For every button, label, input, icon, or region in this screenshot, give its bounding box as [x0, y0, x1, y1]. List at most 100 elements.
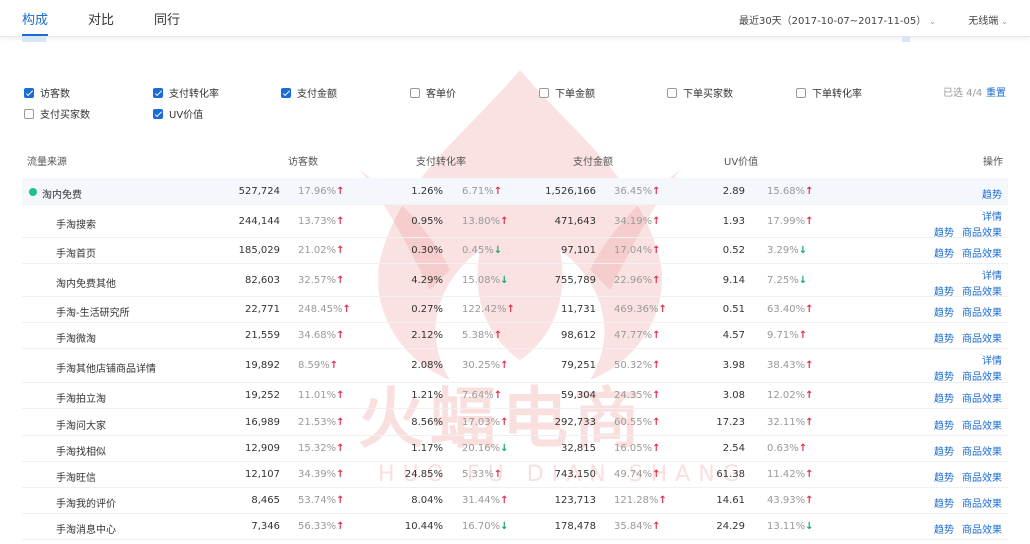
metric-checkbox-pay-amount[interactable]: 支付金额 [281, 85, 337, 100]
product-effect-link[interactable]: 商品效果 [962, 368, 1002, 383]
product-effect-link[interactable]: 商品效果 [962, 390, 1002, 405]
product-effect-link[interactable]: 商品效果 [962, 245, 1002, 260]
arrow-up-icon: ↑ [336, 469, 345, 480]
arrow-up-icon: ↑ [493, 390, 503, 401]
amount-change: 17.04%↑ [614, 245, 661, 256]
device-selector[interactable]: 无线端 ⌄ [968, 12, 1008, 27]
arrow-up-icon: ↑ [652, 245, 661, 256]
cvr-change: 5.33%↑ [462, 469, 502, 480]
arrow-up-icon: ↑ [805, 360, 814, 371]
tab-composition[interactable]: 构成 [22, 9, 48, 28]
change-percent: 13.80% [462, 216, 501, 227]
table-row: 手淘其他店铺商品详情 19,892 8.59%↑ 2.08% 30.25%↑ 79,251… [22, 349, 1008, 383]
trend-link[interactable]: 趋势 [934, 390, 954, 405]
column-header-pay-cvr[interactable]: 支付转化率 [416, 153, 466, 168]
arrow-up-icon: ↑ [342, 304, 351, 315]
metric-checkbox-order-cvr[interactable]: 下单转化率 [796, 85, 862, 100]
detail-link[interactable]: 详情 [982, 352, 1002, 367]
metric-checkbox-pay-cvr[interactable]: 支付转化率 [153, 85, 219, 100]
metric-label: UV价值 [169, 110, 204, 121]
cvr-value: 0.27% [411, 304, 443, 315]
metric-checkbox-avg-order[interactable]: 客单价 [410, 85, 456, 100]
metric-checkbox-order-amount[interactable]: 下单金额 [539, 85, 595, 100]
trend-link[interactable]: 趋势 [934, 495, 954, 510]
detail-link[interactable]: 详情 [982, 208, 1002, 223]
trend-link[interactable]: 趋势 [934, 368, 954, 383]
visitors-change: 8.59%↑ [298, 360, 338, 371]
column-header-uv-value[interactable]: UV价值 [724, 153, 758, 168]
uv-value: 3.98 [722, 360, 745, 371]
arrow-up-icon: ↑ [336, 186, 345, 197]
change-percent: 36.45% [614, 186, 653, 197]
uv-value: 17.23 [716, 417, 745, 428]
date-range-selector[interactable]: 最近30天（2017-10-07~2017-11-05） ⌄ [739, 12, 936, 27]
arrow-up-icon: ↑ [336, 275, 345, 286]
metric-checkbox-uv-value[interactable]: UV价值 [153, 106, 203, 121]
visitors-value: 185,029 [238, 245, 280, 256]
checkbox-checked-icon [281, 87, 291, 98]
table-row: 手淘-生活研究所 22,771 248.45%↑ 0.27% 122.42%↑ 11,73… [22, 297, 1008, 323]
cvr-value: 0.95% [411, 216, 443, 227]
arrow-up-icon: ↑ [652, 469, 661, 480]
metric-label: 支付买家数 [40, 110, 90, 121]
trend-link[interactable]: 趋势 [934, 521, 954, 536]
tab-compare[interactable]: 对比 [88, 9, 114, 28]
visitors-value: 22,771 [245, 304, 280, 315]
trend-link[interactable]: 趋势 [934, 283, 954, 298]
trend-link[interactable]: 趋势 [934, 330, 954, 345]
trend-link[interactable]: 趋势 [934, 443, 954, 458]
change-percent: 49.74% [614, 469, 653, 480]
product-effect-link[interactable]: 商品效果 [962, 495, 1002, 510]
metric-label: 支付金额 [297, 89, 337, 100]
uv-value: 2.89 [722, 186, 745, 197]
detail-link[interactable]: 详情 [982, 267, 1002, 282]
trend-link[interactable]: 趋势 [934, 417, 954, 432]
metric-checkbox-order-buyers[interactable]: 下单买家数 [667, 85, 733, 100]
product-effect-link[interactable]: 商品效果 [962, 304, 1002, 319]
trend-link[interactable]: 趋势 [934, 469, 954, 484]
amount-change: 16.05%↑ [614, 443, 661, 454]
metric-checkbox-visitors[interactable]: 访客数 [24, 85, 70, 100]
tab-peers[interactable]: 同行 [154, 9, 180, 28]
arrow-up-icon: ↑ [805, 469, 814, 480]
uv-value: 1.93 [722, 216, 745, 227]
arrow-up-icon: ↑ [652, 275, 661, 286]
product-effect-link[interactable]: 商品效果 [962, 521, 1002, 536]
amount-value: 97,101 [561, 245, 596, 256]
metric-checkbox-pay-buyers[interactable]: 支付买家数 [24, 106, 90, 121]
amount-value: 292,733 [554, 417, 596, 428]
trend-link[interactable]: 趋势 [934, 245, 954, 260]
amount-change: 47.77%↑ [614, 330, 661, 341]
change-percent: 47.77% [614, 330, 653, 341]
product-effect-link[interactable]: 商品效果 [962, 417, 1002, 432]
change-percent: 56.33% [298, 521, 337, 532]
uv-change: 13.11%↓ [767, 521, 814, 532]
amount-value: 32,815 [561, 443, 596, 454]
trend-link[interactable]: 趋势 [934, 224, 954, 239]
trend-link[interactable]: 趋势 [934, 304, 954, 319]
amount-change: 121.28%↑ [614, 495, 667, 506]
reset-button[interactable]: 重置 [986, 84, 1006, 99]
change-percent: 35.84% [614, 521, 653, 532]
change-percent: 22.96% [614, 275, 653, 286]
change-percent: 15.32% [298, 443, 337, 454]
arrow-up-icon: ↑ [336, 390, 345, 401]
product-effect-link[interactable]: 商品效果 [962, 224, 1002, 239]
change-percent: 248.45% [298, 304, 343, 315]
product-effect-link[interactable]: 商品效果 [962, 330, 1002, 345]
arrow-up-icon: ↑ [336, 330, 345, 341]
change-percent: 5.38% [462, 330, 494, 341]
metric-label: 访客数 [40, 89, 70, 100]
cvr-value: 1.17% [411, 443, 443, 454]
column-header-visitors[interactable]: 访客数 [288, 153, 318, 168]
product-effect-link[interactable]: 商品效果 [962, 443, 1002, 458]
uv-change: 9.71%↑ [767, 330, 807, 341]
column-header-pay-amount[interactable]: 支付金额 [573, 153, 613, 168]
arrow-up-icon: ↑ [805, 186, 814, 197]
product-effect-link[interactable]: 商品效果 [962, 283, 1002, 298]
trend-link[interactable]: 趋势 [982, 186, 1002, 201]
change-percent: 30.25% [462, 360, 501, 371]
arrow-up-icon: ↑ [658, 304, 667, 315]
uv-change: 32.11%↑ [767, 417, 814, 428]
product-effect-link[interactable]: 商品效果 [962, 469, 1002, 484]
